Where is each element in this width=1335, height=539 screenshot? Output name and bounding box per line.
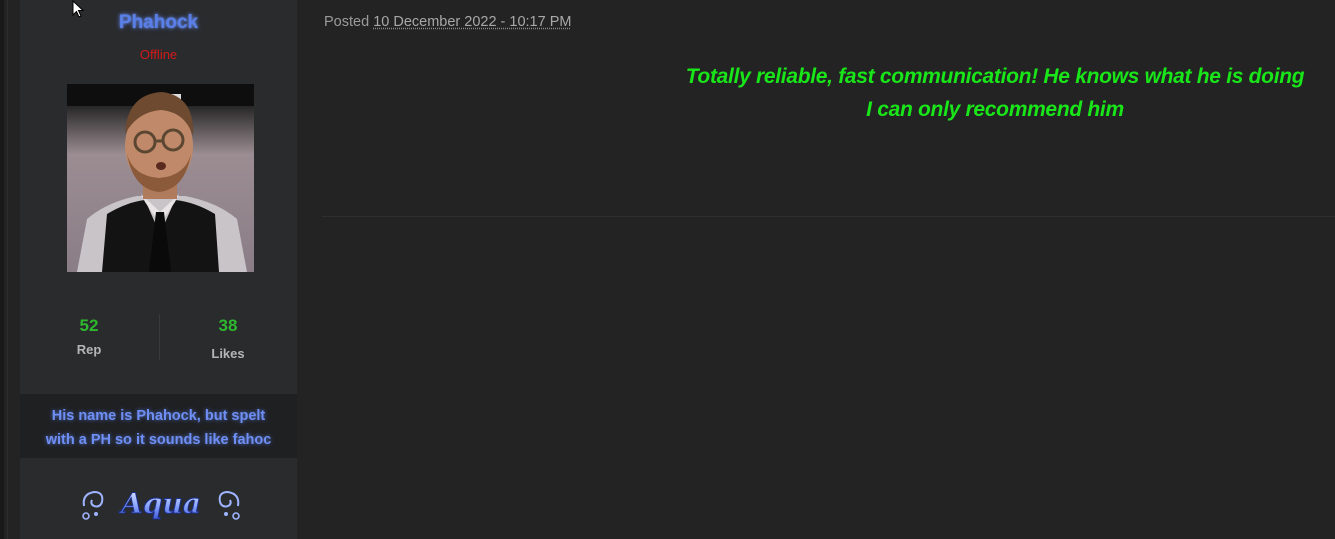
left-gutter <box>0 0 4 539</box>
left-divider-line <box>7 0 8 539</box>
author-status: Offline <box>139 47 178 62</box>
signature-line-2: with a PH so it sounds like fahoc <box>45 432 272 448</box>
author-name-link[interactable]: Phahock <box>20 12 297 34</box>
post-line-1: Totally reliable, fast communication! He… <box>685 65 1305 88</box>
post-date-link[interactable]: 10 December 2022 - 10:17 PM <box>373 14 571 30</box>
post-content: Totally reliable, fast communication! He… <box>660 60 1330 126</box>
post-line-2: I can only recommend him <box>866 98 1124 121</box>
aqua-badge-text: Aqua <box>118 487 201 520</box>
likes-value: 38 <box>218 316 238 335</box>
mouse-cursor-icon <box>72 0 84 18</box>
likes-stat: 38 Likes <box>159 316 297 361</box>
user-signature: His name is Phahock, but spelt with a PH… <box>20 394 297 458</box>
post-divider <box>322 216 1335 217</box>
signature-line-1: His name is Phahock, but spelt <box>51 408 266 424</box>
signature-text: His name is Phahock, but spelt with a PH… <box>30 404 287 452</box>
post-meta: Posted 10 December 2022 - 10:17 PM <box>324 14 571 30</box>
author-panel: Phahock Offline 52 Rep 38 Likes His name… <box>20 0 297 539</box>
avatar[interactable] <box>67 84 254 272</box>
posted-prefix: Posted <box>324 14 370 30</box>
rep-label: Rep <box>76 342 102 357</box>
forum-post: Phahock Offline 52 Rep 38 Likes His name… <box>0 0 1335 539</box>
aqua-badge-icon: Aqua <box>78 480 244 528</box>
avatar-image <box>67 84 254 272</box>
rep-stat: 52 Rep <box>20 316 158 357</box>
likes-label: Likes <box>211 346 245 361</box>
rep-value: 52 <box>79 316 99 335</box>
